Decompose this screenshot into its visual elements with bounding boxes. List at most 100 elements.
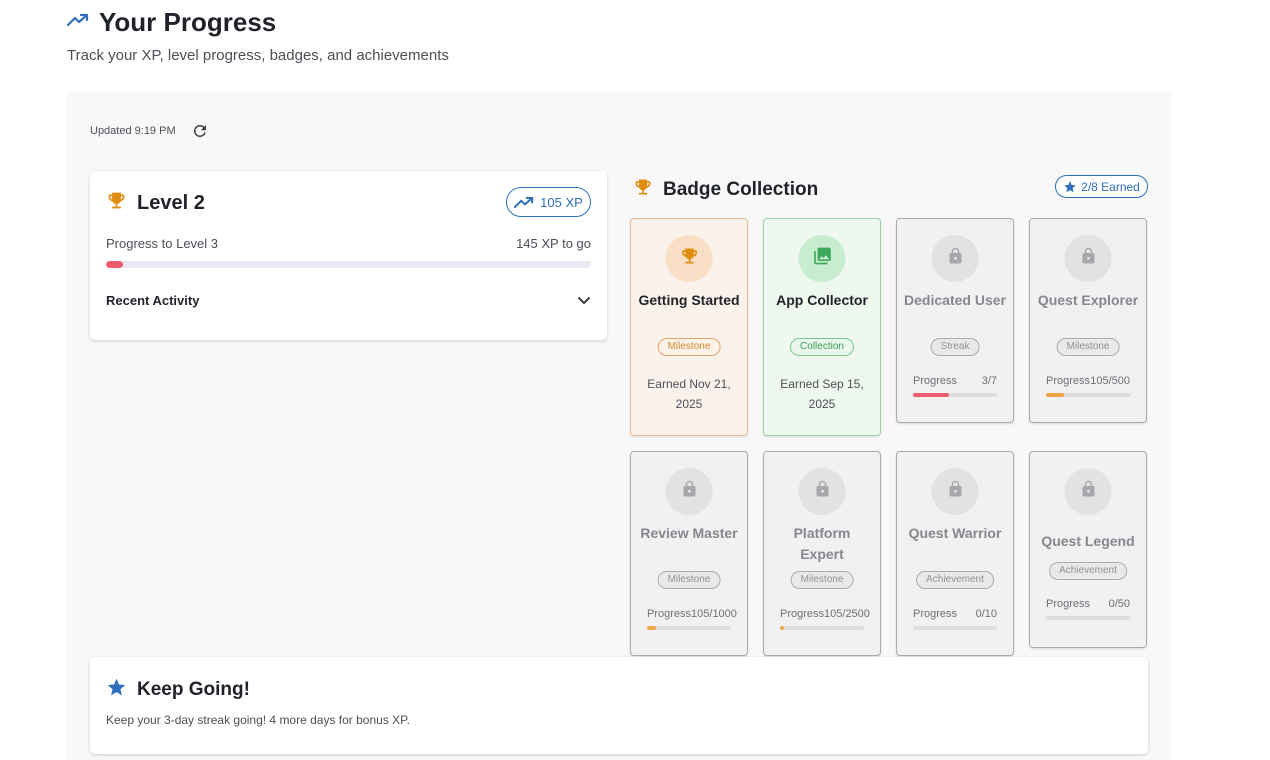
badge-progress-row: Progress 105/2500: [780, 608, 870, 620]
badge-icon-circle: [931, 468, 979, 515]
trophy-icon: [679, 246, 699, 271]
badge-progress-bar: [647, 626, 731, 630]
badge-card[interactable]: Getting Started Milestone Earned Nov 21, 2…: [630, 218, 748, 436]
badge-progress-row: Progress 105/500: [1046, 375, 1130, 387]
badge-icon-circle: [665, 468, 713, 515]
badge-progress-bar: [1046, 616, 1130, 620]
badge-icon-circle: [798, 235, 846, 282]
level-progress-bar: [106, 261, 591, 268]
badge-progress-value: 105/500: [1090, 375, 1130, 387]
badge-progress-bar: [780, 626, 864, 630]
badge-progress-value: 105/1000: [691, 608, 737, 620]
badge-progress-bar: [1046, 393, 1130, 397]
badge-progress-row: Progress 3/7: [913, 375, 997, 387]
updated-timestamp: Updated 9:19 PM: [90, 125, 176, 137]
level-progress-label: Progress to Level 3: [106, 236, 219, 251]
lock-icon: [946, 480, 964, 503]
refresh-button[interactable]: [190, 121, 210, 141]
star-icon: [106, 677, 127, 703]
badge-earned-date: Earned Sep 15, 2025: [780, 377, 864, 411]
badge-card[interactable]: Platform Expert Milestone Progress 105/2500: [763, 451, 881, 656]
badge-progress-row: Progress 0/10: [913, 608, 997, 620]
star-icon: [1064, 180, 1076, 192]
recent-activity-label: Recent Activity: [106, 292, 200, 308]
badge-progress-label: Progress: [1046, 375, 1091, 387]
page-title-row: Your Progress: [66, 6, 449, 38]
page-header: Your Progress Track your XP, level progr…: [66, 6, 449, 64]
updated-row: Updated 9:19 PM: [90, 121, 210, 141]
badge-progress-label: Progress: [1046, 598, 1091, 610]
badge-card[interactable]: Quest Warrior Achievement Progress 0/10: [896, 451, 1014, 656]
badge-category: Milestone: [657, 338, 721, 356]
level-progress-labels: Progress to Level 3 145 XP to go: [106, 236, 591, 251]
badge-name: Dedicated User: [904, 292, 1006, 308]
badge-name: Review Master: [640, 525, 738, 541]
refresh-icon: [193, 124, 206, 137]
badge-progress-fill: [1046, 393, 1064, 397]
badge-progress-label: Progress: [780, 608, 825, 620]
badge-name: Quest Legend: [1041, 533, 1135, 549]
badge-progress-row: Progress 0/50: [1046, 598, 1130, 610]
badge-progress-label: Progress: [647, 608, 692, 620]
lock-icon: [946, 247, 964, 270]
badge-progress-label: Progress: [913, 375, 958, 387]
badge-progress-bar: [913, 626, 997, 630]
badge-progress-value: 0/10: [975, 608, 997, 620]
badge-category: Achievement: [1049, 562, 1127, 580]
earned-count-label: 2/8 Earned: [1081, 179, 1140, 194]
xp-chip-label: 105 XP: [540, 194, 583, 210]
xp-to-go: 145 XP to go: [516, 236, 591, 251]
lock-icon: [1079, 247, 1097, 270]
badge-category: Milestone: [657, 571, 721, 589]
badge-icon-circle: [798, 468, 846, 515]
badge-progress-bar: [913, 393, 997, 397]
page-title: Your Progress: [99, 6, 277, 37]
badge-name: Platform Expert: [793, 525, 851, 562]
badge-name: Getting Started: [638, 292, 740, 308]
trending-up-icon: [66, 13, 89, 32]
badge-category: Streak: [930, 338, 980, 356]
recent-activity-toggle[interactable]: Recent Activity: [106, 289, 591, 311]
keep-going-title: Keep Going!: [137, 679, 250, 700]
badge-progress-value: 0/50: [1108, 598, 1130, 610]
badge-progress-value: 3/7: [981, 375, 997, 387]
badge-icon-circle: [1064, 468, 1112, 515]
badge-progress-row: Progress 105/1000: [647, 608, 737, 620]
badge-progress-label: Progress: [913, 608, 958, 620]
badge-name: Quest Warrior: [908, 525, 1002, 541]
lock-icon: [680, 480, 698, 503]
level-header: Level 2: [106, 190, 205, 216]
badge-card[interactable]: Dedicated User Streak Progress 3/7: [896, 218, 1014, 423]
badge-category: Collection: [790, 338, 854, 356]
earned-count-chip: 2/8 Earned: [1055, 175, 1148, 198]
badge-icon-circle: [665, 235, 713, 282]
trending-up-icon: [514, 196, 534, 208]
keep-going-card: Keep Going! Keep your 3-day streak going…: [90, 657, 1148, 754]
xp-chip: 105 XP: [506, 187, 591, 217]
badge-category: Milestone: [790, 571, 854, 589]
badge-collection-title: Badge Collection: [663, 178, 819, 200]
badge-card[interactable]: Review Master Milestone Progress 105/1000: [630, 451, 748, 656]
badge-card[interactable]: App Collector Collection Earned Sep 15, 20…: [763, 218, 881, 436]
keep-going-header: Keep Going!: [106, 677, 250, 703]
badge-progress-fill: [913, 393, 949, 397]
badge-collection-header: Badge Collection: [633, 177, 818, 202]
level-progress-fill: [106, 261, 123, 268]
badge-earned-date: Earned Nov 21, 2025: [647, 377, 731, 411]
level-title: Level 2: [137, 191, 205, 214]
badge-icon-circle: [931, 235, 979, 282]
page-subtitle: Track your XP, level progress, badges, a…: [67, 47, 449, 64]
level-card: Level 2 105 XP Progress to Level 3 145 X…: [90, 171, 607, 340]
progress-panel: Updated 9:19 PM Level 2 105 XP Progress …: [67, 92, 1171, 760]
badge-progress-fill: [647, 626, 656, 630]
badge-category: Achievement: [916, 571, 994, 589]
badge-card[interactable]: Quest Legend Achievement Progress 0/50: [1029, 451, 1147, 648]
badge-card[interactable]: Quest Explorer Milestone Progress 105/500: [1029, 218, 1147, 423]
gallery-icon: [812, 246, 832, 271]
badge-progress-value: 105/2500: [824, 608, 870, 620]
lock-icon: [1079, 480, 1097, 503]
lock-icon: [813, 480, 831, 503]
trophy-icon: [633, 177, 653, 202]
badge-category: Milestone: [1056, 338, 1120, 356]
badge-progress-fill: [780, 626, 784, 630]
